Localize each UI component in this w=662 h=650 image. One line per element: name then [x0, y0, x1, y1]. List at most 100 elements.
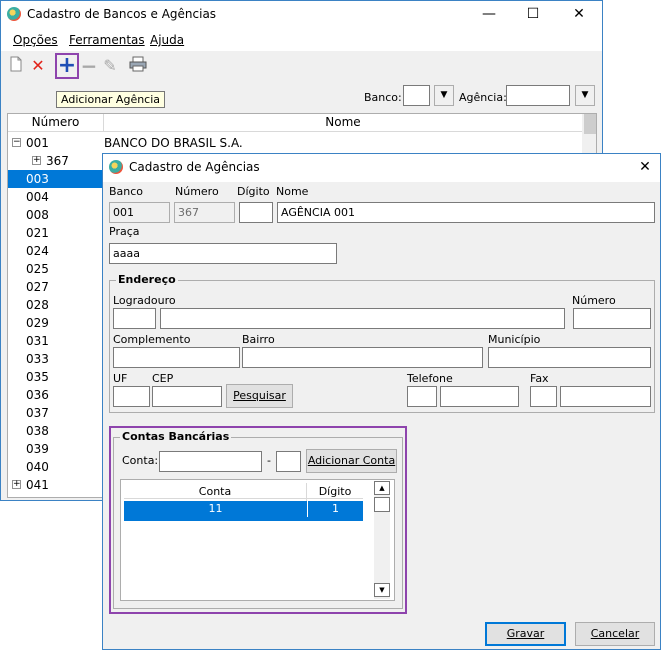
tree-row-numero: 025 [26, 262, 49, 276]
banco-filter-field[interactable] [403, 85, 430, 106]
gravar-button[interactable]: Gravar [485, 622, 566, 646]
fax-label: Fax [530, 372, 549, 385]
tree-row-numero: 027 [26, 280, 49, 294]
tree-row-numero: 039 [26, 442, 49, 456]
new-document-icon[interactable] [6, 56, 26, 76]
nome-label: Nome [276, 185, 309, 198]
tree-row-numero: 036 [26, 388, 49, 402]
dialog-title-bar[interactable]: Cadastro de Agências ✕ [103, 154, 660, 182]
telefone-label: Telefone [407, 372, 453, 385]
tooltip: Adicionar Agência [56, 91, 166, 108]
scroll-down-icon[interactable]: ▼ [374, 583, 390, 597]
tree-row-numero: 028 [26, 298, 49, 312]
column-header-digito[interactable]: Dígito [307, 483, 363, 501]
adicionar-conta-button[interactable]: Adicionar Conta [306, 449, 397, 473]
agencia-dropdown-icon[interactable]: ▼ [575, 85, 595, 106]
complemento-field[interactable] [113, 347, 240, 368]
telefone-field[interactable] [440, 386, 519, 407]
municipio-field[interactable] [488, 347, 651, 368]
contas-vertical-scrollbar[interactable]: ▲ ▼ [374, 481, 390, 599]
uf-field[interactable] [113, 386, 150, 407]
banco-dropdown-icon[interactable]: ▼ [434, 85, 454, 106]
pesquisar-button[interactable]: Pesquisar [226, 384, 293, 408]
agencia-filter-label: Agência: [459, 91, 507, 104]
toolbar: ✕ + − ✎ [1, 51, 602, 81]
tree-row-numero: 004 [26, 190, 49, 204]
menu-ajuda[interactable]: Ajuda [150, 33, 184, 47]
conta-digito-field[interactable] [276, 451, 301, 472]
adicionar-conta-label: Adicionar Conta [307, 454, 396, 467]
tree-row-numero: 021 [26, 226, 49, 240]
app-icon [7, 7, 21, 21]
tree-row-numero: 001 [26, 136, 49, 150]
conta-row[interactable]: 11 1 [124, 501, 363, 521]
menu-bar: Opções Ferramentas Ajuda [1, 29, 602, 51]
column-header-nome[interactable]: Nome [104, 114, 582, 132]
close-icon[interactable]: ✕ [569, 5, 589, 23]
numero-endereco-field[interactable] [573, 308, 651, 329]
tree-row-nome: BANCO DO BRASIL S.A. [104, 136, 243, 150]
telefone-ddd-field[interactable] [407, 386, 437, 407]
cancelar-button[interactable]: Cancelar [575, 622, 655, 646]
tree-row-numero: 029 [26, 316, 49, 330]
contas-group: Contas Bancárias Conta: - Adicionar Cont… [113, 430, 403, 609]
conta-field[interactable] [159, 451, 262, 472]
agencia-filter-field[interactable] [506, 85, 570, 106]
uf-label: UF [113, 372, 128, 385]
endereco-group: Endereço Logradouro Número Complemento B… [109, 273, 655, 413]
menu-opcoes[interactable]: Opções [13, 33, 58, 47]
edit-icon[interactable]: ✎ [100, 56, 120, 76]
tree-scroll-thumb[interactable] [584, 114, 596, 134]
grid-header: Número Nome [8, 114, 582, 132]
digito-cell: 1 [307, 501, 363, 517]
tree-row-numero: 003 [26, 172, 49, 186]
remove-icon[interactable]: − [79, 56, 99, 76]
praca-label: Praça [109, 225, 140, 238]
tree-row-numero: 041 [26, 478, 49, 492]
numero-label: Número [175, 185, 219, 198]
fax-field[interactable] [560, 386, 651, 407]
contas-group-title: Contas Bancárias [120, 430, 232, 443]
main-title-bar[interactable]: Cadastro de Bancos e Agências — ☐ ✕ [1, 1, 602, 29]
fax-ddd-field[interactable] [530, 386, 557, 407]
banco-filter-label: Banco: [364, 91, 402, 104]
tree-row-numero: 031 [26, 334, 49, 348]
praca-field[interactable]: aaaa [109, 243, 337, 264]
municipio-label: Município [488, 333, 541, 346]
complemento-label: Complemento [113, 333, 191, 346]
dialog-close-icon[interactable]: ✕ [635, 158, 655, 176]
maximize-icon[interactable]: ☐ [523, 5, 543, 23]
pesquisar-button-label: Pesquisar [233, 389, 286, 402]
column-header-numero[interactable]: Número [8, 114, 104, 132]
minimize-icon[interactable]: — [479, 5, 499, 23]
expand-icon[interactable]: + [32, 156, 41, 165]
contas-grid[interactable]: Conta Dígito 11 1 ▲ ▼ [120, 479, 395, 601]
cancelar-button-label: Cancelar [590, 627, 640, 640]
tree-row-numero: 008 [26, 208, 49, 222]
add-icon[interactable]: + [57, 55, 77, 77]
cep-field[interactable] [152, 386, 222, 407]
endereco-group-title: Endereço [116, 273, 178, 286]
numero-field: 367 [174, 202, 235, 223]
contas-scroll-thumb[interactable] [374, 497, 390, 512]
tree-row-numero: 024 [26, 244, 49, 258]
bairro-field[interactable] [242, 347, 483, 368]
logradouro-label: Logradouro [113, 294, 176, 307]
menu-ferramentas[interactable]: Ferramentas [69, 33, 145, 47]
tree-row[interactable]: −001 BANCO DO BRASIL S.A. [8, 134, 582, 152]
collapse-icon[interactable]: − [12, 138, 21, 147]
tree-row-numero: 035 [26, 370, 49, 384]
logradouro-field[interactable] [160, 308, 565, 329]
scroll-up-icon[interactable]: ▲ [374, 481, 390, 495]
delete-icon[interactable]: ✕ [28, 56, 48, 76]
logradouro-type-field[interactable] [113, 308, 156, 329]
print-icon[interactable] [128, 56, 148, 76]
expand-icon[interactable]: + [12, 480, 21, 489]
digito-field[interactable] [239, 202, 273, 223]
banco-label: Banco [109, 185, 144, 198]
conta-cell: 11 [208, 502, 223, 515]
nome-field[interactable]: AGÊNCIA 001 [277, 202, 655, 223]
tree-row-numero: 367 [46, 154, 69, 168]
column-header-conta[interactable]: Conta [124, 483, 307, 501]
gravar-button-label: Gravar [506, 627, 545, 640]
